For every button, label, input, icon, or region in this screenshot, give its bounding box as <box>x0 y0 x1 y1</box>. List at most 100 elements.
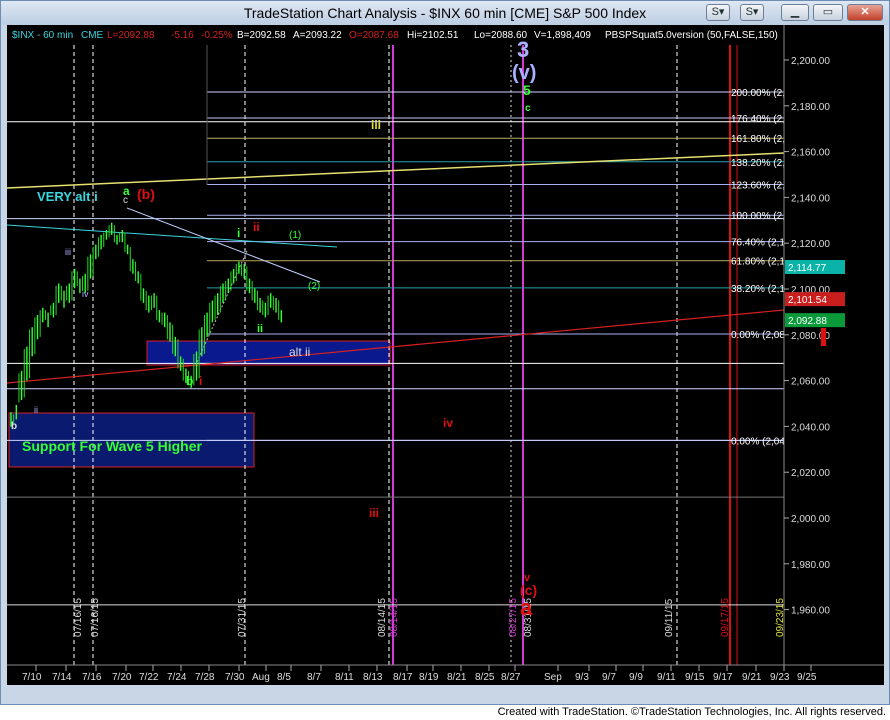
wave-label-c-white: c <box>123 195 128 206</box>
style-button[interactable]: S▾ <box>740 4 764 21</box>
header-field: L=2092.88 <box>107 30 155 41</box>
x-tick-label: 9/11 <box>657 672 676 683</box>
x-tick-label: 7/16 <box>82 672 102 683</box>
wave-label-three-big: 3 <box>517 37 529 62</box>
x-tick-label: 9/15 <box>685 672 705 683</box>
x-tick-label: 9/7 <box>602 672 616 683</box>
price-axis-panel <box>784 25 884 685</box>
x-tick-label: 9/23 <box>770 672 790 683</box>
wave-label-iv-small: iv <box>82 289 89 299</box>
vertical-date-label: 07/31/15 <box>237 598 248 637</box>
vertical-date-label: 09/17/15 <box>720 598 731 637</box>
y-tick-label: 2,180.00 <box>791 102 830 113</box>
sync-button[interactable]: S▾ <box>706 4 730 21</box>
wave-label-support: Support For Wave 5 Higher <box>22 438 202 454</box>
wave-label-ii-green: ii <box>257 323 263 335</box>
minimize-icon[interactable]: ▁ <box>781 4 809 21</box>
wave-label-five: 5 <box>523 82 531 98</box>
close-icon[interactable]: ✕ <box>847 4 883 21</box>
x-tick-label: 7/30 <box>225 672 245 683</box>
footer-bar: Created with TradeStation. ©TradeStation… <box>0 705 890 720</box>
vertical-date-label: 07/16/15 <box>90 598 101 637</box>
chart-area[interactable]: $INX - 60 min CME L=2092.88 -5.16 -0.25% B=20… <box>7 25 884 685</box>
vertical-date-label: 09/11/15 <box>664 598 675 637</box>
header-field: B=2092.58 <box>237 30 286 41</box>
x-tick-label: Aug <box>252 672 270 683</box>
vertical-date-label: 08/14/15 <box>377 598 388 637</box>
vertical-date-label: 07/16/15 <box>73 598 84 637</box>
x-tick-label: 8/21 <box>447 672 467 683</box>
x-tick-label: 7/24 <box>167 672 187 683</box>
y-tick-label: 1,980.00 <box>791 560 830 571</box>
wave-label-b-white: b <box>11 421 17 432</box>
trendline-yellow <box>7 152 785 189</box>
header-field: CME <box>81 30 104 41</box>
footer-text: Created with TradeStation. ©TradeStation… <box>497 706 886 718</box>
price-chart: $INX - 60 min CME L=2092.88 -5.16 -0.25% B=20… <box>7 25 884 685</box>
header-field: -5.16 <box>171 30 194 41</box>
x-tick-label: 8/17 <box>393 672 413 683</box>
x-tick-label: 8/25 <box>475 672 495 683</box>
wave-label-v-paren: (v) <box>512 62 536 84</box>
red-marker <box>821 328 826 346</box>
header-field: O=2087.68 <box>349 30 399 41</box>
header-field: A=2093.22 <box>293 30 342 41</box>
sync-label: S <box>711 6 719 18</box>
wave-label-b-green: b <box>186 374 193 388</box>
chart-window: TradeStation Chart Analysis - $INX 60 mi… <box>0 0 890 705</box>
price-tag-label: 2,101.54 <box>788 295 827 306</box>
wave-label-alt-ii: alt ii <box>289 345 310 359</box>
x-tick-label: 9/25 <box>797 672 817 683</box>
x-tick-label: 9/9 <box>629 672 643 683</box>
maximize-icon[interactable]: ▭ <box>813 4 843 21</box>
trendline-red <box>7 309 785 384</box>
wave-label-two: (2) <box>308 281 320 292</box>
y-tick-label: 2,200.00 <box>791 56 830 67</box>
y-tick-label: 2,020.00 <box>791 468 830 479</box>
header-field: $INX - 60 min <box>12 30 73 41</box>
wave-label-iii-small: iii <box>65 247 71 257</box>
title-bar[interactable]: TradeStation Chart Analysis - $INX 60 mi… <box>1 1 889 25</box>
wave-label-c-small: c <box>525 103 531 114</box>
x-tick-label: 9/17 <box>713 672 733 683</box>
x-tick-label: 8/19 <box>419 672 439 683</box>
vertical-date-label: 08/14/15 <box>389 598 400 637</box>
header-field: Hi=2102.51 <box>407 30 459 41</box>
y-tick-label: 2,120.00 <box>791 239 830 250</box>
y-tick-label: 2,140.00 <box>791 193 830 204</box>
x-tick-label: Sep <box>544 672 562 683</box>
x-tick-label: 8/5 <box>277 672 291 683</box>
y-tick-label: 1,960.00 <box>791 606 830 617</box>
wave-label-one: (1) <box>289 230 301 241</box>
header-field: PBSPSquat5.0version (50,FALSE,150) <box>605 30 778 41</box>
wave-label-b-red: (b) <box>137 186 155 202</box>
wave-label-i-green: i <box>237 226 240 240</box>
wave-label-i-red: i <box>199 374 202 388</box>
wave-label-ii-red: ii <box>253 220 260 234</box>
trendline-cyan <box>7 224 338 248</box>
x-tick-label: 8/13 <box>363 672 383 683</box>
style-label: S <box>745 6 753 18</box>
x-tick-label: 7/28 <box>195 672 215 683</box>
wave-label-very-alt-i: VERY alt i <box>37 189 98 204</box>
header-field: V=1,898,409 <box>534 30 591 41</box>
vertical-date-label: 08/27/15 <box>508 598 519 637</box>
price-tag-label: 2,114.77 <box>788 263 827 274</box>
y-tick-label: 2,040.00 <box>791 422 830 433</box>
x-tick-label: 7/14 <box>52 672 72 683</box>
x-tick-label: 9/3 <box>575 672 589 683</box>
header-field: -0.25% <box>201 30 233 41</box>
x-tick-label: 8/11 <box>335 672 354 683</box>
y-tick-label: 2,000.00 <box>791 514 830 525</box>
x-tick-label: 8/7 <box>307 672 321 683</box>
x-tick-label: 8/27 <box>501 672 521 683</box>
x-tick-label: 7/22 <box>139 672 159 683</box>
wave-label-iv-red: iv <box>443 416 453 430</box>
wave-label-iii-red: iii <box>369 506 379 520</box>
price-tag-label: 2,092.88 <box>788 316 827 327</box>
x-tick-label: 9/21 <box>742 672 762 683</box>
y-tick-label: 2,060.00 <box>791 377 830 388</box>
y-tick-label: 2,160.00 <box>791 148 830 159</box>
x-tick-label: 7/20 <box>112 672 132 683</box>
x-tick-label: 7/10 <box>22 672 42 683</box>
